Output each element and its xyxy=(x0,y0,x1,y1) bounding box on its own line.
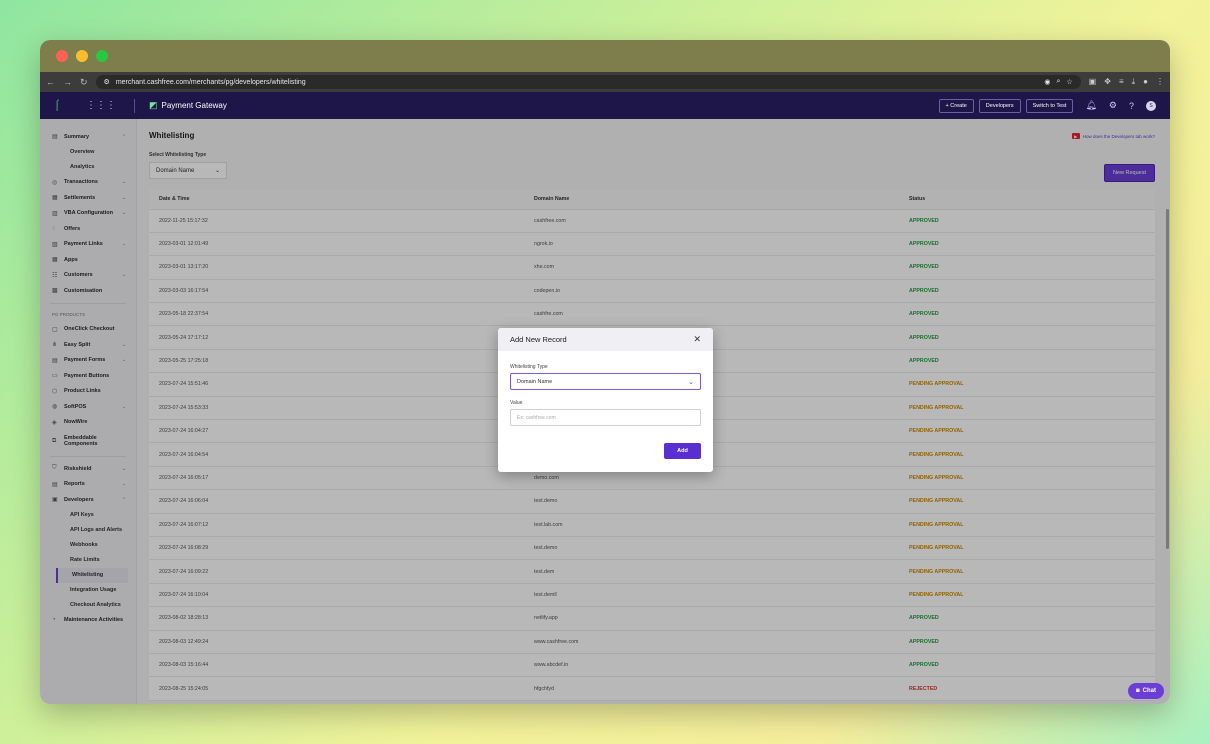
modal-type-select[interactable]: Domain Name ⌄ xyxy=(510,373,701,390)
url-bar[interactable]: ⚙ merchant.cashfree.com/merchants/pg/dev… xyxy=(95,75,1081,89)
minimize-window-button[interactable] xyxy=(76,50,88,62)
help-icon[interactable]: ? xyxy=(1129,101,1134,111)
url-text: merchant.cashfree.com/merchants/pg/devel… xyxy=(115,78,306,86)
star-icon[interactable]: ☆ xyxy=(1066,78,1072,86)
value-label: Value xyxy=(510,400,523,406)
modal-title: Add New Record xyxy=(510,335,567,344)
eye-icon[interactable]: ◉ xyxy=(1044,78,1050,86)
payment-gateway-icon: ◩ xyxy=(149,100,158,110)
browser-window: ← → ↻ ⚙ merchant.cashfree.com/merchants/… xyxy=(40,40,1170,704)
back-icon[interactable]: ← xyxy=(46,77,55,88)
close-window-button[interactable] xyxy=(56,50,68,62)
more-icon[interactable]: ⋮ xyxy=(1156,77,1164,87)
bell-icon[interactable]: 🔔︎ xyxy=(1085,100,1096,111)
address-bar: ← → ↻ ⚙ merchant.cashfree.com/merchants/… xyxy=(40,72,1170,92)
create-button[interactable]: + Create xyxy=(938,98,974,113)
add-record-modal: Add New Record ✕ Whitelisting Type Domai… xyxy=(498,328,713,472)
media-icon[interactable]: ≡ xyxy=(1119,77,1124,87)
zoom-icon[interactable]: ⌕ xyxy=(1056,78,1060,86)
chat-button[interactable]: ◙ Chat xyxy=(1128,683,1164,699)
title-bar xyxy=(40,40,1170,72)
avatar[interactable]: S xyxy=(1146,100,1156,111)
forward-icon[interactable]: → xyxy=(63,77,72,88)
app-header: ⌠ ⋮⋮⋮ ◩ Payment Gateway + Create Develop… xyxy=(40,92,1170,119)
chat-icon: ◙ xyxy=(1136,688,1140,694)
chevron-down-icon: ⌄ xyxy=(688,378,694,386)
profile-icon[interactable]: ● xyxy=(1143,77,1148,87)
extension-icon[interactable]: ▣ xyxy=(1089,77,1097,87)
puzzle-icon[interactable]: ✥ xyxy=(1104,77,1111,87)
switch-to-test-button[interactable]: Switch to Test xyxy=(1025,98,1074,113)
add-button[interactable]: Add xyxy=(664,443,701,459)
gear-icon[interactable]: ⚙ xyxy=(1109,100,1117,111)
developers-button[interactable]: Developers xyxy=(978,98,1021,113)
maximize-window-button[interactable] xyxy=(96,50,108,62)
whitelisting-type-label: Whitelisting Type xyxy=(510,364,548,370)
value-input[interactable] xyxy=(510,409,701,426)
apps-grid-icon[interactable]: ⋮⋮⋮ xyxy=(86,100,116,111)
product-title[interactable]: Payment Gateway xyxy=(162,101,227,110)
download-icon[interactable]: ⤓ xyxy=(1132,77,1136,87)
reload-icon[interactable]: ↻ xyxy=(80,77,88,88)
close-icon[interactable]: ✕ xyxy=(693,334,701,345)
site-settings-icon[interactable]: ⚙ xyxy=(104,78,110,86)
cashfree-logo-icon[interactable]: ⌠ xyxy=(54,100,66,112)
